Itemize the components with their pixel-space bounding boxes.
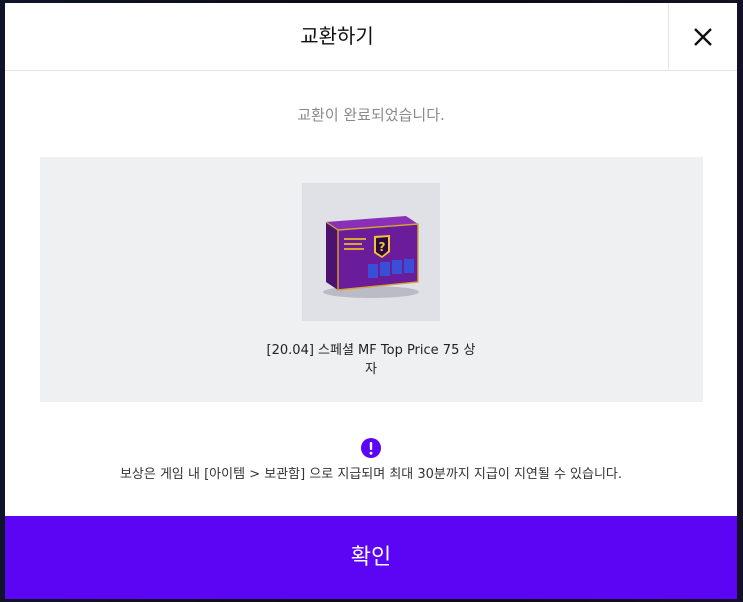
item-thumbnail: ? <box>302 183 440 321</box>
alert-icon <box>361 438 381 458</box>
mystery-box-icon: ? <box>323 216 419 298</box>
close-button[interactable] <box>668 3 737 70</box>
modal-title: 교환하기 <box>300 24 374 48</box>
item-name: [20.04] 스페셜 MF Top Price 75 상자 <box>266 343 476 377</box>
confirm-button[interactable]: 확인 <box>5 516 737 599</box>
modal-header: 교환하기 <box>5 3 737 71</box>
reward-panel: ? [20.04] 스페셜 MF Top Price 75 상자 <box>40 157 703 402</box>
exchange-modal: 교환하기 교환이 완료되었습니다. ? [20.04] 스페셜 MF Top P… <box>5 3 737 599</box>
completion-message: 교환이 완료되었습니다. <box>297 106 445 124</box>
close-icon <box>694 27 712 46</box>
delivery-notice: 보상은 게임 내 [아이템 > 보관함] 으로 지급되며 최대 30분까지 지급… <box>119 467 623 482</box>
svg-text:?: ? <box>379 240 386 254</box>
